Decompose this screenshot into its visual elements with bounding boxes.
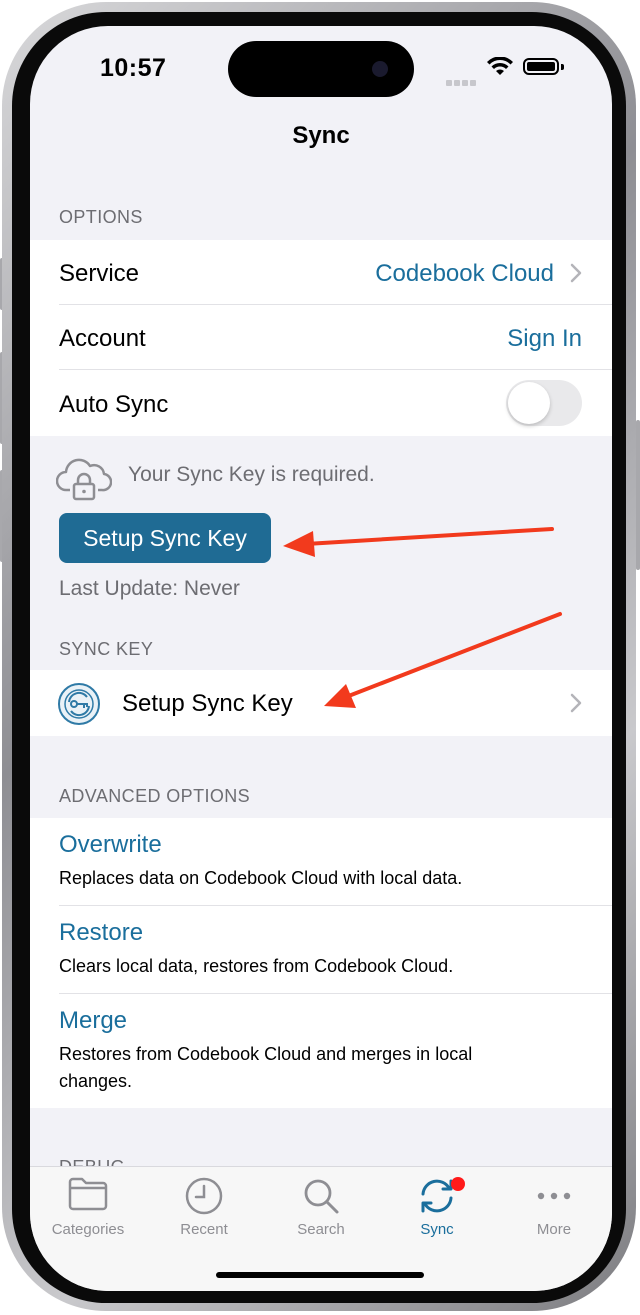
tab-more[interactable]: More <box>496 1177 612 1238</box>
tab-label: Recent <box>180 1221 228 1238</box>
service-label: Service <box>59 260 140 287</box>
overwrite-title: Overwrite <box>59 831 162 858</box>
chevron-right-icon <box>570 693 582 713</box>
setup-sync-key-label: Setup Sync Key <box>122 690 293 717</box>
dynamic-island <box>228 41 414 97</box>
account-label: Account <box>59 325 146 352</box>
restore-row[interactable]: Restore Clears local data, restores from… <box>30 906 612 994</box>
tab-categories[interactable]: Categories <box>30 1177 146 1238</box>
tab-label: Search <box>297 1221 345 1238</box>
tab-label: More <box>536 1221 572 1238</box>
merge-description: Restores from Codebook Cloud and merges … <box>59 1044 473 1091</box>
service-row[interactable]: Service Codebook Cloud <box>30 240 612 305</box>
camera-icon <box>372 61 388 77</box>
tab-label: Sync <box>420 1221 454 1238</box>
overwrite-row[interactable]: Overwrite Replaces data on Codebook Clou… <box>30 818 612 906</box>
battery-icon <box>523 58 559 75</box>
phone-device: 10:57 Sync OPTIONS Service Codebook Clou… <box>0 0 640 1315</box>
power-button <box>636 420 640 570</box>
toggle-knob <box>508 382 550 424</box>
merge-title: Merge <box>59 1007 128 1034</box>
tab-recent[interactable]: Recent <box>146 1177 262 1238</box>
sync-key-group: Setup Sync Key <box>30 670 612 736</box>
merge-row[interactable]: Merge Restores from Codebook Cloud and m… <box>30 994 612 1108</box>
setup-sync-key-button[interactable]: Setup Sync Key <box>59 513 271 563</box>
status-bar: 10:57 <box>30 26 612 116</box>
sync-key-required-message: Your Sync Key is required. <box>128 463 375 486</box>
setup-sync-key-row[interactable]: Setup Sync Key <box>30 670 612 736</box>
advanced-options-group: Overwrite Replaces data on Codebook Clou… <box>30 818 612 1108</box>
cloud-lock-icon <box>56 458 112 501</box>
sync-key-header: SYNC KEY <box>59 639 154 659</box>
last-update-text: Last Update: Never <box>59 577 240 600</box>
overwrite-description: Replaces data on Codebook Cloud with loc… <box>59 868 463 888</box>
battery-tip <box>561 64 564 70</box>
tab-sync[interactable]: Sync <box>379 1177 495 1238</box>
auto-sync-row: Auto Sync <box>30 370 612 436</box>
auto-sync-toggle[interactable] <box>506 380 582 426</box>
advanced-options-header: ADVANCED OPTIONS <box>59 786 251 806</box>
sign-in-link[interactable]: Sign In <box>507 325 582 353</box>
service-value: Codebook Cloud <box>375 260 554 287</box>
wifi-icon <box>487 57 513 75</box>
chevron-right-icon <box>570 263 582 283</box>
home-indicator <box>216 1272 424 1278</box>
options-header: OPTIONS <box>59 207 143 227</box>
magnifier-icon <box>304 1179 339 1214</box>
restore-title: Restore <box>59 919 144 946</box>
cellular-signal-icon <box>446 73 478 91</box>
options-group: Service Codebook Cloud Account Sign In A… <box>30 240 612 436</box>
page-title: Sync <box>292 122 350 149</box>
status-time: 10:57 <box>100 54 167 82</box>
clock-icon <box>185 1177 223 1215</box>
folder-icon <box>68 1177 108 1211</box>
tab-label: Categories <box>51 1221 125 1238</box>
notification-badge <box>451 1177 465 1191</box>
ellipsis-icon <box>537 1192 571 1200</box>
sync-key-icon <box>58 683 100 725</box>
restore-description: Clears local data, restores from Codeboo… <box>59 956 454 976</box>
screen: 10:57 Sync OPTIONS Service Codebook Clou… <box>30 26 612 1291</box>
account-row[interactable]: Account Sign In <box>30 305 612 370</box>
tab-search[interactable]: Search <box>263 1177 379 1238</box>
auto-sync-label: Auto Sync <box>59 391 169 418</box>
